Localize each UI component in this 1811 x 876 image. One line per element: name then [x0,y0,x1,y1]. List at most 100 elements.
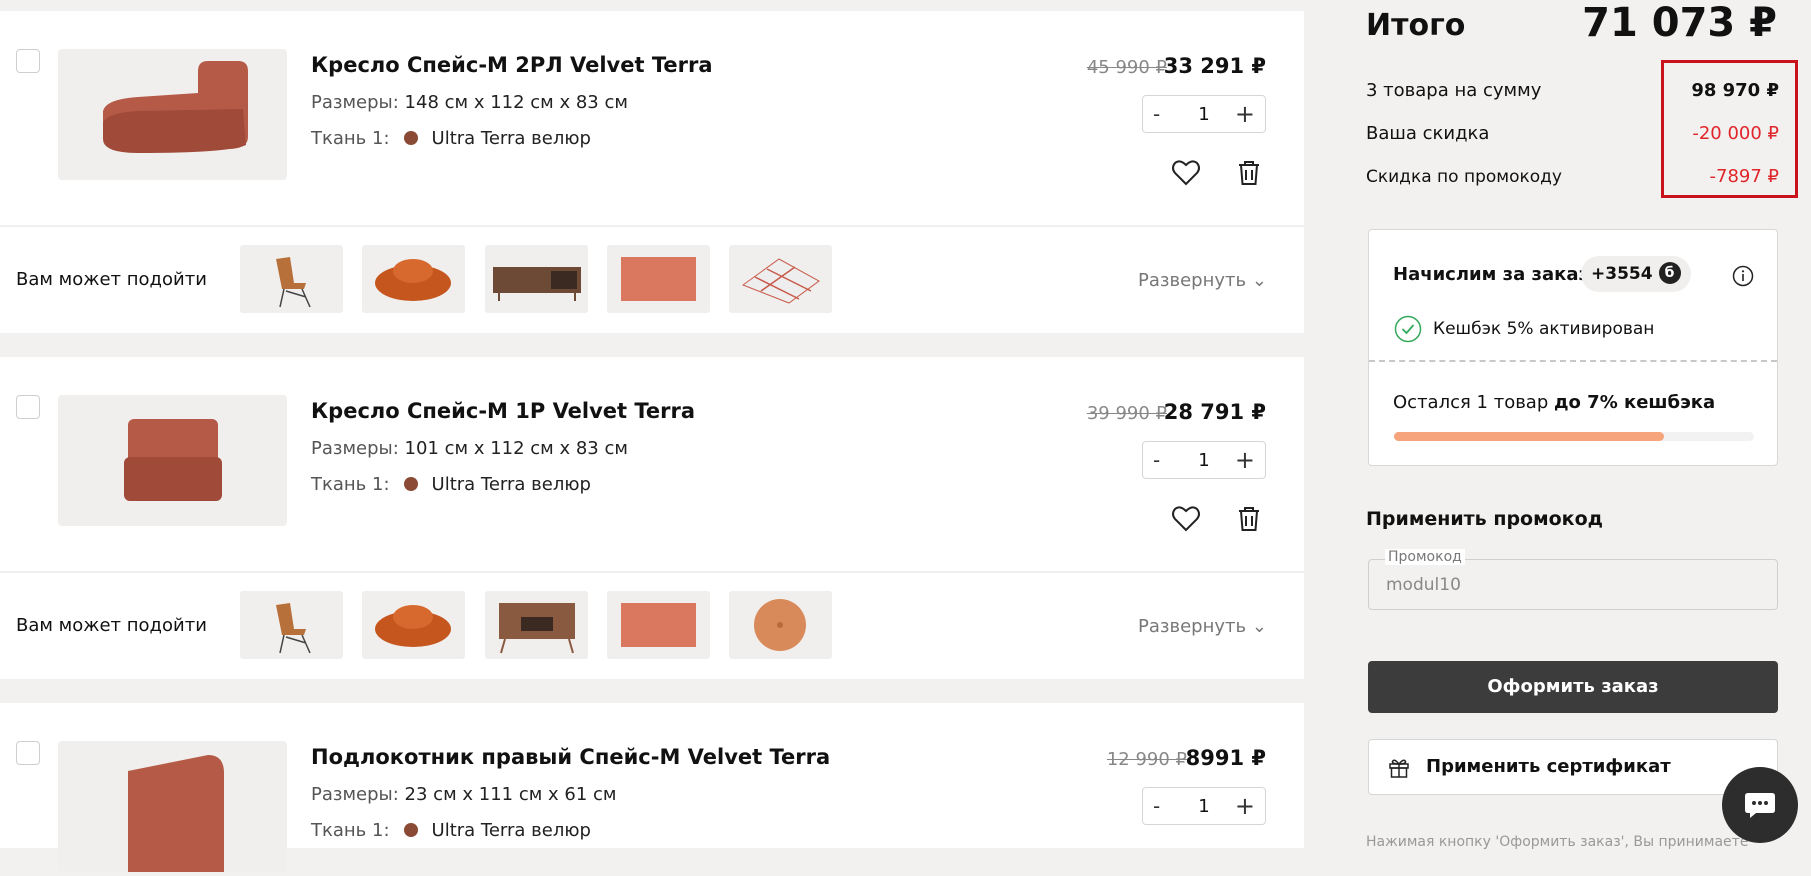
blanket-image [741,258,820,304]
promo-code-field[interactable]: Промокод modul10 [1368,549,1778,610]
cushion-image [754,599,806,651]
suggested-rug[interactable] [607,591,710,659]
product-image[interactable] [58,395,287,526]
suggested-blanket[interactable] [729,245,832,313]
suggested-cushion[interactable] [729,591,832,659]
suggestions-label: Вам может подойти [16,269,207,290]
chevron-down-icon: ⌄ [1251,616,1267,637]
heart-icon[interactable] [1170,503,1202,535]
tv-stand-image [493,267,581,301]
cashback-points-badge: +3554 б [1581,256,1691,292]
expand-suggestions[interactable]: Развернуть ⌄ [1138,616,1267,637]
cashback-panel: Начислим за заказ +3554 б Кешбэк 5% актив… [1368,229,1778,466]
apply-certificate-button[interactable]: Применить сертификат [1368,739,1778,795]
suggested-chair[interactable] [240,245,343,313]
suggested-rug[interactable] [607,245,710,313]
fabric-value: Ultra Terra велюр [431,820,591,841]
suggested-armchair[interactable] [362,245,465,313]
product-fabric: Ткань 1: Ultra Terra велюр [311,474,591,495]
fabric-color-swatch [403,823,418,837]
suggested-armchair[interactable] [362,591,465,659]
suggested-chair[interactable] [240,591,343,659]
chat-button[interactable] [1722,767,1798,843]
fabric-label: Ткань 1: [311,474,390,495]
increase-qty-button[interactable]: + [1235,792,1255,820]
armchair-image [375,605,451,647]
increase-qty-button[interactable]: + [1235,100,1255,128]
expand-label: Развернуть [1138,616,1247,637]
total-value: 71 073 ₽ [1582,0,1777,46]
chat-bubble-icon [1745,793,1775,818]
chevron-down-icon: ⌄ [1251,270,1267,291]
certificate-label: Применить сертификат [1426,756,1671,777]
rug-image [621,257,696,301]
suggestions-row-1: Вам может подойти Развернуть ⌄ [0,226,1304,333]
remaining-bold: до 7% кешбэка [1554,392,1716,413]
sizes-label: Размеры: [311,784,399,805]
select-item-checkbox[interactable] [16,395,40,419]
sizes-value: 148 см х 112 см х 83 см [404,92,628,113]
product-title[interactable]: Кресло Спейс-М 2РЛ Velvet Terra [311,53,713,77]
product-fabric: Ткань 1: Ultra Terra велюр [311,128,591,149]
suggested-tv-stand[interactable] [485,245,588,313]
suggestions-label: Вам может подойти [16,615,207,636]
product-image[interactable] [58,49,287,180]
armchair-corner-image [103,61,248,153]
product-image[interactable] [58,741,287,872]
armchair-image [124,419,222,501]
product-sizes: Размеры: 148 см х 112 см х 83 см [311,92,628,113]
check-circle-icon [1394,315,1422,343]
cashback-progress-fill [1394,432,1664,441]
chair-image [276,603,311,654]
sizes-label: Размеры: [311,438,399,459]
cashback-points: +3554 [1591,264,1653,284]
fabric-label: Ткань 1: [311,820,390,841]
expand-suggestions[interactable]: Развернуть ⌄ [1138,270,1267,291]
promo-field-label: Промокод [1385,549,1465,565]
fabric-color-swatch [403,131,418,145]
old-price: 12 990 ₽ [1106,749,1187,770]
cart-item-1: Кресло Спейс-М 2РЛ Velvet Terra Размеры:… [0,11,1304,225]
fabric-value: Ultra Terra велюр [431,128,591,149]
total-label: Итого [1366,8,1466,43]
info-icon[interactable] [1732,265,1754,287]
cashback-remaining: Остался 1 товар до 7% кешбэка [1393,392,1715,413]
trash-icon[interactable] [1233,157,1265,189]
quantity-stepper: - 1 + [1142,787,1266,825]
current-price: 28 791 ₽ [1163,400,1266,424]
heart-icon[interactable] [1170,157,1202,189]
promo-heading: Применить промокод [1366,508,1603,530]
suggested-sideboard[interactable] [485,591,588,659]
gift-icon [1389,759,1409,778]
fabric-color-swatch [403,477,418,491]
increase-qty-button[interactable]: + [1235,446,1255,474]
promo-field-value[interactable]: modul10 [1386,575,1461,595]
bonus-icon: б [1658,262,1681,284]
product-title[interactable]: Кресло Спейс-М 1Р Velvet Terra [311,399,695,423]
goods-sum-label: 3 товара на сумму [1366,80,1542,101]
old-price: 45 990 ₽ [1086,57,1167,78]
fabric-label: Ткань 1: [311,128,390,149]
select-item-checkbox[interactable] [16,49,40,73]
product-sizes: Размеры: 101 см х 112 см х 83 см [311,438,628,459]
product-title[interactable]: Подлокотник правый Спейс-М Velvet Terra [311,745,830,769]
old-price: 39 990 ₽ [1086,403,1167,424]
trash-icon[interactable] [1233,503,1265,535]
cart-item-3: Подлокотник правый Спейс-М Velvet Terra … [0,703,1304,872]
sideboard-image [499,603,575,654]
cart-item-2: Кресло Спейс-М 1Р Velvet Terra Размеры: … [0,357,1304,571]
sizes-value: 101 см х 112 см х 83 см [404,438,628,459]
product-sizes: Размеры: 23 см х 111 см х 61 см [311,784,617,805]
remaining-prefix: Остался 1 товар [1393,392,1554,413]
select-item-checkbox[interactable] [16,741,40,765]
sizes-label: Размеры: [311,92,399,113]
cashback-title: Начислим за заказ [1393,264,1589,285]
current-price: 8991 ₽ [1185,746,1266,770]
quantity-stepper: - 1 + [1142,95,1266,133]
armrest-image [128,755,224,872]
rug-image [621,603,696,647]
discount-label: Ваша скидка [1366,123,1490,144]
suggestions-row-2: Вам может подойти Развернуть ⌄ [0,572,1304,679]
checkout-button[interactable]: Оформить заказ [1368,661,1778,713]
armchair-image [375,259,451,301]
